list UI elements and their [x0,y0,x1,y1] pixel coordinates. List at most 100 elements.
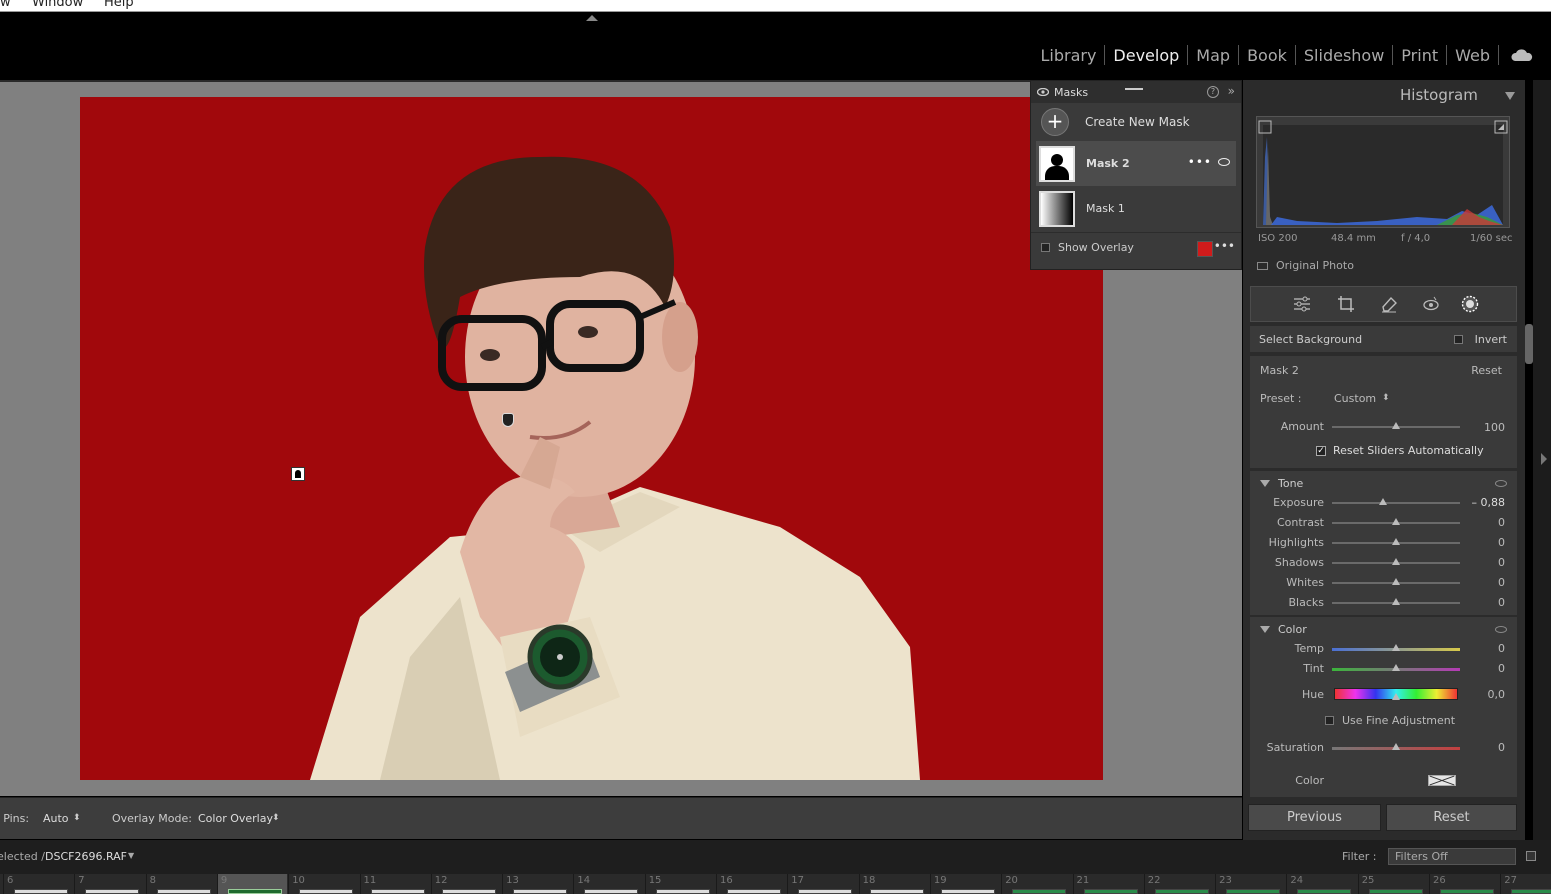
shadows-value[interactable]: 0 [1498,556,1505,569]
chevron-down-icon[interactable]: ▼ [128,851,134,860]
histogram-graph[interactable] [1256,116,1510,228]
filmstrip-thumbnail[interactable]: 16 [716,874,786,894]
color-visibility-eye-icon[interactable] [1495,626,1507,633]
highlights-value[interactable]: 0 [1498,536,1505,549]
overlay-mode-select[interactable]: Color Overlay [198,812,273,825]
filmstrip-thumbnail[interactable]: 17 [787,874,857,894]
temp-slider-thumb[interactable] [1392,644,1400,651]
panel-scrollbar[interactable] [1525,324,1533,364]
amount-value[interactable]: 100 [1484,421,1505,434]
tint-slider-thumb[interactable] [1392,664,1400,671]
whites-slider-thumb[interactable] [1392,578,1400,585]
original-photo-toggle[interactable]: Original Photo [1257,259,1354,272]
filmstrip-thumbnail[interactable]: 14 [573,874,643,894]
edit-sliders-icon[interactable] [1293,295,1311,313]
filmstrip-thumbnail[interactable]: 20 [1001,874,1071,894]
masks-panel-header[interactable]: Masks ? » [1031,81,1241,103]
filename-label[interactable]: DSCF2696.RAF [45,850,127,863]
filter-select[interactable]: Filters Off [1388,848,1516,865]
module-web[interactable]: Web [1447,46,1498,65]
help-icon[interactable]: ? [1207,86,1219,98]
filmstrip-thumbnail[interactable]: 22 [1143,874,1214,894]
filmstrip-thumbnail[interactable]: 27 [1500,874,1551,894]
color-picker-swatch[interactable] [1428,775,1456,786]
reset-button[interactable]: Reset [1386,804,1517,831]
visibility-eye-icon[interactable] [1218,158,1230,166]
eye-icon[interactable] [1037,88,1049,96]
eraser-icon[interactable] [1380,295,1398,313]
filmstrip-thumbnail[interactable]: 6 [3,874,73,894]
histogram-title[interactable]: Histogram [1400,86,1478,104]
red-eye-icon[interactable] [1422,295,1440,313]
masking-icon[interactable] [1461,295,1479,313]
filmstrip-thumbnail[interactable]: 21 [1072,874,1143,894]
menu-view[interactable]: w [0,0,11,10]
cloud-icon[interactable] [1511,49,1533,61]
temp-value[interactable]: 0 [1498,642,1505,655]
fine-adjustment-toggle[interactable]: Use Fine Adjustment [1325,714,1455,727]
filmstrip-thumbnail[interactable]: 12 [430,874,501,894]
blacks-value[interactable]: 0 [1498,596,1505,609]
color-header[interactable]: Color [1260,623,1307,636]
more-options-icon[interactable]: ••• [1188,155,1212,169]
menu-help[interactable]: Help [104,0,134,10]
drag-handle-icon[interactable] [1125,88,1143,90]
module-develop[interactable]: Develop [1105,46,1187,65]
filmstrip-thumbnail[interactable]: 15 [644,874,715,894]
overlay-color-swatch[interactable] [1197,241,1213,257]
menu-window[interactable]: Window [32,0,83,10]
show-overlay-checkbox[interactable] [1041,243,1050,252]
saturation-value[interactable]: 0 [1498,741,1505,754]
filmstrip-thumbnail[interactable]: 11 [359,874,430,894]
module-map[interactable]: Map [1188,46,1238,65]
collapse-panel-icon[interactable]: » [1228,84,1235,98]
blacks-slider-thumb[interactable] [1392,598,1400,605]
mask-pin-icon[interactable] [291,467,305,481]
preset-select[interactable]: Custom [1334,392,1376,405]
photo-preview[interactable] [80,97,1103,780]
original-photo-checkbox[interactable] [1257,261,1268,270]
create-new-mask-button[interactable]: + Create New Mask [1031,103,1241,141]
contrast-value[interactable]: 0 [1498,516,1505,529]
reset-mask-button[interactable]: Reset [1471,364,1502,377]
tint-value[interactable]: 0 [1498,662,1505,675]
chevron-updown-icon[interactable]: ⬍ [1382,393,1390,403]
expand-right-icon[interactable] [1541,453,1547,465]
filmstrip-thumbnail[interactable]: 9 [216,874,287,894]
module-slideshow[interactable]: Slideshow [1296,46,1392,65]
filmstrip-thumbnail[interactable]: 13 [502,874,572,894]
filmstrip-thumbnail[interactable]: 26 [1429,874,1499,894]
fine-adjustment-checkbox[interactable] [1325,716,1334,725]
filmstrip-thumbnail[interactable]: 18 [858,874,929,894]
amount-slider-thumb[interactable] [1392,422,1400,429]
filmstrip-thumbnail[interactable]: 7 [74,874,144,894]
filmstrip-thumbnail[interactable]: 19 [929,874,1000,894]
contrast-slider-thumb[interactable] [1392,518,1400,525]
chevron-down-icon[interactable] [1505,92,1515,100]
saturation-slider-thumb[interactable] [1392,743,1400,750]
invert-checkbox[interactable] [1453,335,1463,344]
filmstrip-thumbnail[interactable]: 24 [1286,874,1356,894]
module-library[interactable]: Library [1032,46,1104,65]
filmstrip-thumbnail[interactable]: 25 [1357,874,1428,894]
shadows-slider-thumb[interactable] [1392,558,1400,565]
hue-slider-thumb[interactable] [1392,693,1400,700]
filter-lock-icon[interactable] [1526,851,1536,861]
module-book[interactable]: Book [1239,46,1295,65]
chevron-updown-icon[interactable]: ⬍ [73,813,81,823]
tone-header[interactable]: Tone [1260,477,1303,490]
whites-value[interactable]: 0 [1498,576,1505,589]
filmstrip-thumbnail[interactable]: 10 [288,874,358,894]
collapse-top-panel-icon[interactable] [586,15,598,21]
exposure-value[interactable]: – 0,88 [1472,496,1506,509]
filmstrip-thumbnail[interactable]: 8 [145,874,216,894]
highlights-slider-thumb[interactable] [1392,538,1400,545]
chevron-updown-icon[interactable]: ⬍ [272,813,280,823]
crop-icon[interactable] [1337,295,1355,313]
invert-toggle[interactable]: Invert [1453,333,1507,346]
tone-visibility-eye-icon[interactable] [1495,480,1507,487]
disclosure-triangle-icon[interactable] [1260,480,1270,487]
hue-value[interactable]: 0,0 [1488,688,1506,701]
reset-sliders-row[interactable]: ✓ Reset Sliders Automatically [1316,444,1484,457]
module-print[interactable]: Print [1393,46,1446,65]
